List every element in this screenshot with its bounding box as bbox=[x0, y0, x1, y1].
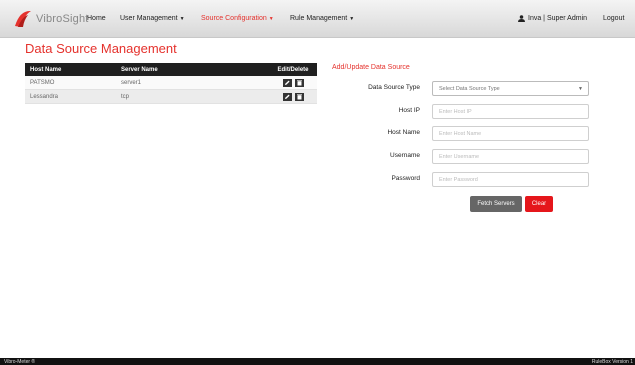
select-value: Select Data Source Type bbox=[439, 85, 500, 92]
top-navbar: VibroSight Home User Management ▼ Source … bbox=[0, 0, 635, 38]
nav-item-label: Source Configuration bbox=[201, 15, 267, 22]
nav-item-label: Home bbox=[87, 15, 106, 22]
cell-host-name: Lessandra bbox=[30, 93, 59, 100]
fetch-servers-button[interactable]: Fetch Servers bbox=[470, 196, 522, 212]
label-password: Password bbox=[391, 175, 420, 182]
nav-item-rule-management[interactable]: Rule Management ▼ bbox=[290, 15, 354, 22]
brand[interactable]: VibroSight bbox=[12, 9, 89, 29]
caret-down-icon: ▼ bbox=[268, 16, 274, 22]
column-header-host-name: Host Name bbox=[30, 66, 62, 73]
nav-item-label: User Management bbox=[120, 15, 178, 22]
host-ip-input[interactable] bbox=[432, 104, 589, 119]
clear-button[interactable]: Clear bbox=[525, 196, 553, 212]
footer: Vibro-Meter ® RuleBox Version 1 bbox=[0, 358, 635, 365]
label-host-ip: Host IP bbox=[398, 107, 420, 114]
data-source-table: Host Name Server Name Edit/Delete PATSMO… bbox=[25, 63, 317, 104]
delete-trash-icon[interactable] bbox=[294, 78, 304, 87]
table-header: Host Name Server Name Edit/Delete bbox=[25, 63, 317, 76]
user-icon bbox=[518, 15, 525, 22]
edit-pencil-icon[interactable] bbox=[282, 92, 292, 101]
password-input[interactable] bbox=[432, 172, 589, 187]
row-actions bbox=[269, 78, 317, 87]
user-label: Inva | Super Admin bbox=[528, 15, 588, 22]
label-host-name: Host Name bbox=[387, 129, 420, 136]
nav-item-home[interactable]: Home bbox=[87, 15, 106, 22]
column-header-edit-delete: Edit/Delete bbox=[277, 66, 309, 73]
row-actions bbox=[269, 92, 317, 101]
logout-link[interactable]: Logout bbox=[603, 15, 624, 22]
footer-version-text: RuleBox Version 1 bbox=[591, 358, 633, 365]
edit-pencil-icon[interactable] bbox=[282, 78, 292, 87]
host-name-input[interactable] bbox=[432, 126, 589, 141]
nav-item-label: Rule Management bbox=[290, 15, 348, 22]
user-menu[interactable]: Inva | Super Admin bbox=[518, 15, 587, 22]
nav-item-source-configuration[interactable]: Source Configuration ▼ bbox=[201, 15, 274, 22]
footer-left-text: Vibro-Meter ® bbox=[4, 358, 36, 365]
delete-trash-icon[interactable] bbox=[294, 92, 304, 101]
select-arrow-icon: ▼ bbox=[578, 86, 583, 92]
label-username: Username bbox=[390, 152, 420, 159]
data-source-type-select[interactable]: Select Data Source Type ▼ bbox=[432, 81, 589, 96]
table-row: Lessandra tcp bbox=[25, 90, 317, 104]
caret-down-icon: ▼ bbox=[179, 16, 185, 22]
caret-down-icon: ▼ bbox=[349, 16, 355, 22]
username-input[interactable] bbox=[432, 149, 589, 164]
page-title: Data Source Management bbox=[25, 41, 177, 56]
cell-server-name: server1 bbox=[121, 79, 142, 86]
form-title: Add/Update Data Source bbox=[332, 64, 410, 71]
cell-server-name: tcp bbox=[121, 93, 130, 100]
table-row: PATSMO server1 bbox=[25, 76, 317, 90]
nav-item-user-management[interactable]: User Management ▼ bbox=[120, 15, 185, 22]
vibrosight-logo-icon bbox=[15, 10, 31, 27]
label-data-source-type: Data Source Type bbox=[368, 84, 420, 91]
column-header-server-name: Server Name bbox=[121, 66, 158, 73]
brand-name: VibroSight bbox=[36, 13, 89, 25]
cell-host-name: PATSMO bbox=[30, 79, 55, 86]
